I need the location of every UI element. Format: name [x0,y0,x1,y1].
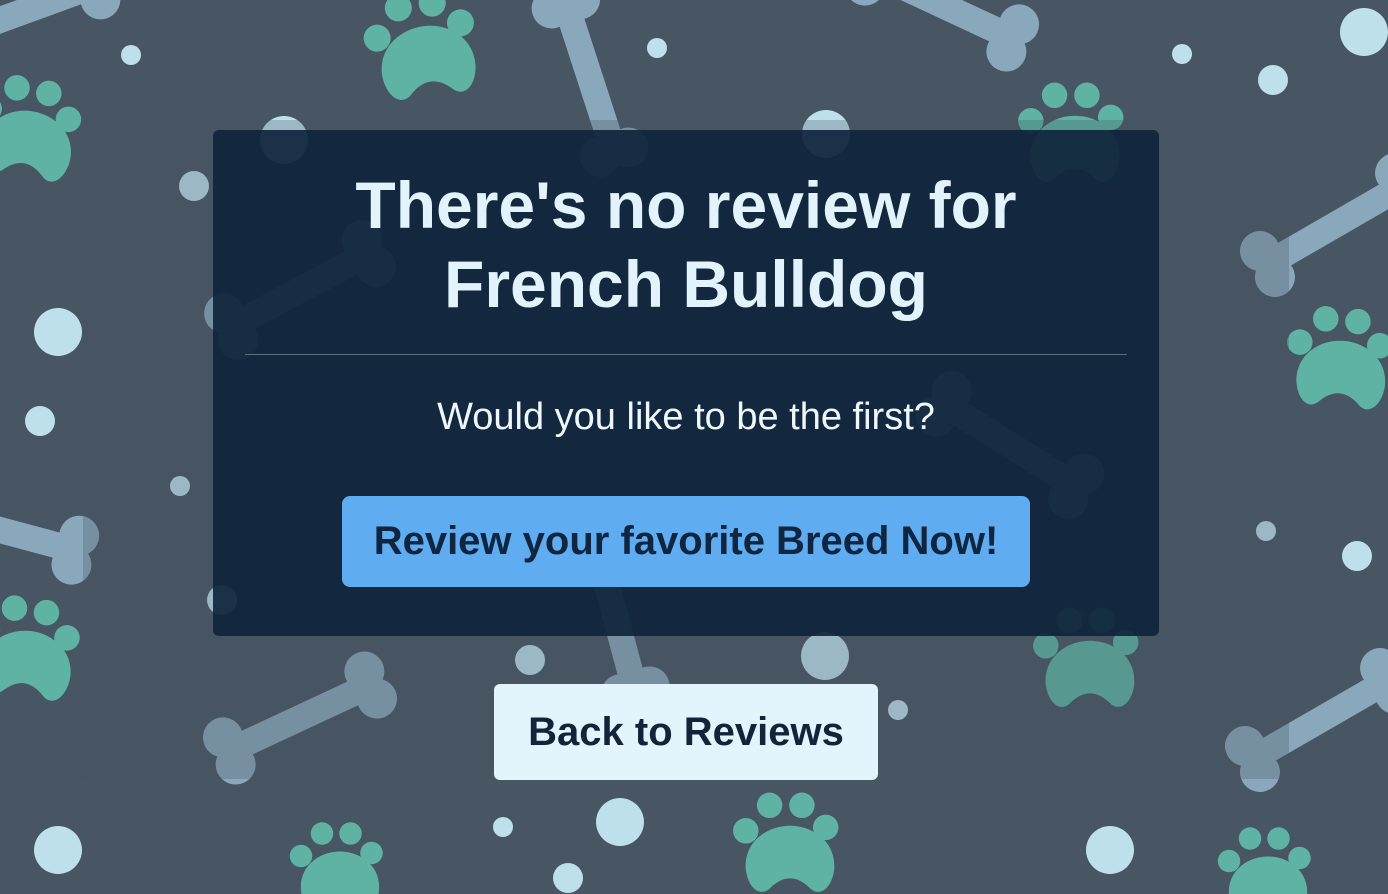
paw-print-icon [733,792,839,892]
paw-print-icon [1217,827,1311,894]
paw-print-icon [1281,302,1388,412]
paw-print-icon [289,822,383,894]
breed-name: French Bulldog [444,247,928,321]
title-line-1: There's no review for [355,168,1017,242]
divider [245,354,1127,355]
empty-state-subtitle: Would you like to be the first? [437,396,935,438]
bone-icon [0,0,127,79]
bone-icon [838,0,1046,79]
paw-print-icon [358,0,484,105]
review-breed-button[interactable]: Review your favorite Breed Now! [342,496,1030,587]
back-to-reviews-button[interactable]: Back to Reviews [494,684,878,780]
empty-review-card: There's no review for French Bulldog Wou… [213,130,1159,636]
paw-print-icon [0,68,88,186]
paw-print-icon [0,590,85,704]
empty-state-title: There's no review for French Bulldog [245,166,1127,324]
